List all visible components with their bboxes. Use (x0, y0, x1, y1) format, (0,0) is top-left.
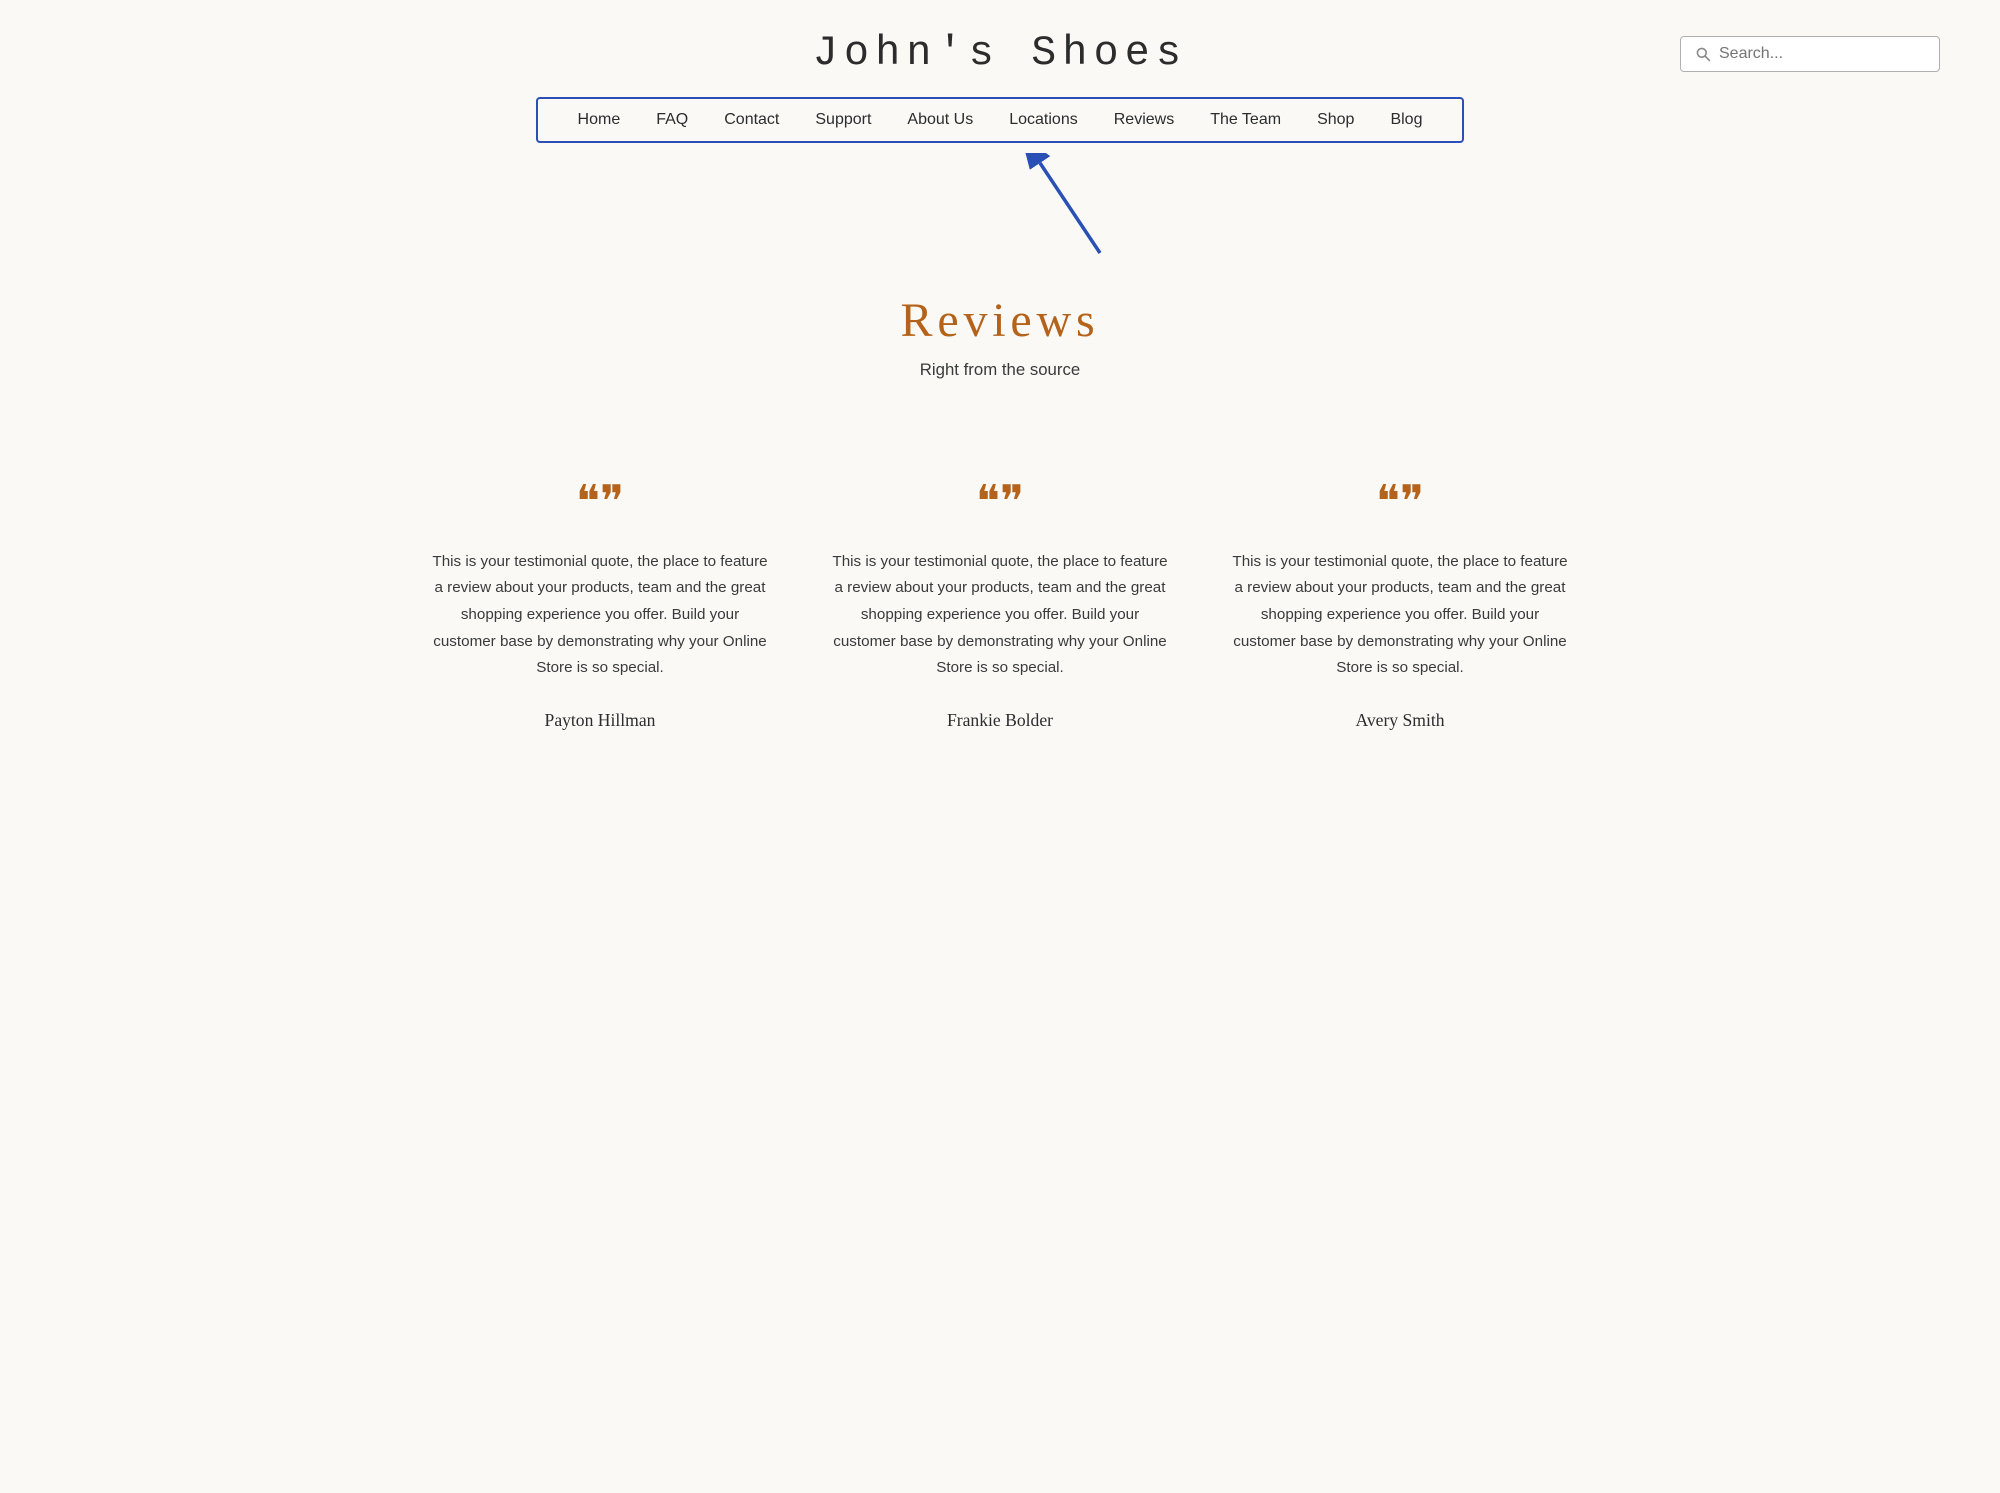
annotation-arrow (1020, 153, 1140, 263)
site-title: John's Shoes (320, 30, 1680, 77)
nav-item-reviews[interactable]: Reviews (1114, 111, 1174, 129)
testimonial-author-1: Payton Hillman (545, 710, 656, 731)
testimonial-card-2: ❝❞ This is your testimonial quote, the p… (830, 480, 1170, 731)
quote-icon-3: ❝❞ (1376, 480, 1424, 525)
nav-item-blog[interactable]: Blog (1390, 111, 1422, 129)
nav-item-the-team[interactable]: The Team (1210, 111, 1281, 129)
nav-item-shop[interactable]: Shop (1317, 111, 1354, 129)
search-icon (1695, 46, 1711, 62)
testimonial-text-3: This is your testimonial quote, the plac… (1230, 549, 1570, 682)
testimonial-text-1: This is your testimonial quote, the plac… (430, 549, 770, 682)
testimonial-author-2: Frankie Bolder (947, 710, 1053, 731)
nav-item-home[interactable]: Home (578, 111, 621, 129)
reviews-title: Reviews (0, 293, 2000, 348)
quote-icon-1: ❝❞ (576, 480, 624, 525)
nav-item-faq[interactable]: FAQ (656, 111, 688, 129)
reviews-subtitle: Right from the source (0, 360, 2000, 380)
arrow-annotation (0, 153, 2000, 273)
testimonial-text-2: This is your testimonial quote, the plac… (830, 549, 1170, 682)
quote-icon-2: ❝❞ (976, 480, 1024, 525)
nav-bar: Home FAQ Contact Support About Us Locati… (536, 97, 1465, 143)
nav-wrapper: Home FAQ Contact Support About Us Locati… (0, 97, 2000, 143)
nav-item-about-us[interactable]: About Us (907, 111, 973, 129)
search-box[interactable] (1680, 36, 1940, 72)
testimonial-author-3: Avery Smith (1355, 710, 1444, 731)
nav-item-contact[interactable]: Contact (724, 111, 779, 129)
testimonial-card-1: ❝❞ This is your testimonial quote, the p… (430, 480, 770, 731)
nav-item-support[interactable]: Support (815, 111, 871, 129)
testimonials-grid: ❝❞ This is your testimonial quote, the p… (350, 440, 1650, 791)
reviews-section: Reviews Right from the source (0, 273, 2000, 440)
search-input[interactable] (1719, 45, 1925, 63)
testimonial-card-3: ❝❞ This is your testimonial quote, the p… (1230, 480, 1570, 731)
header: John's Shoes (0, 0, 2000, 97)
nav-item-locations[interactable]: Locations (1009, 111, 1078, 129)
